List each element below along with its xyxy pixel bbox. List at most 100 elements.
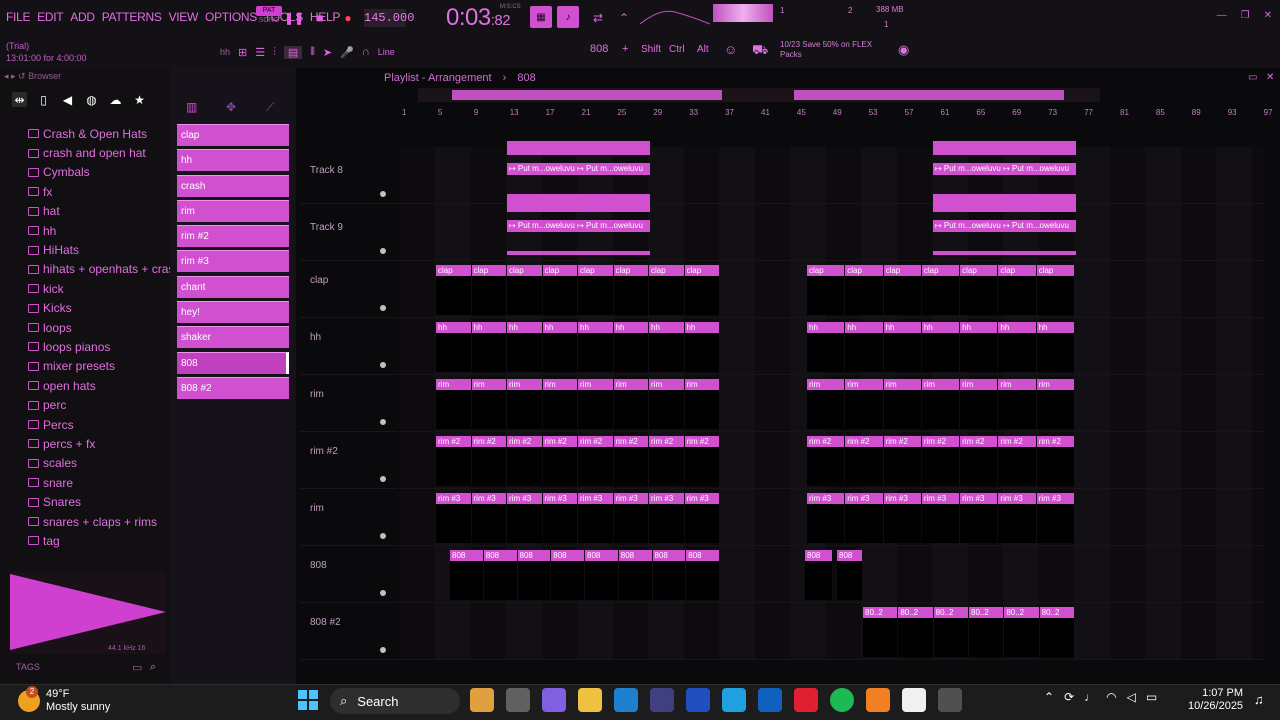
song-mode[interactable]: SONG xyxy=(256,16,282,26)
folder-item[interactable]: Snares xyxy=(28,492,187,511)
channel-chant[interactable]: chant xyxy=(177,275,289,298)
pattern-clip[interactable]: hh xyxy=(578,322,613,372)
track-lane[interactable]: rim rim rim rim rim rim rim rim rim rim rim rim rim r… xyxy=(400,375,1264,432)
compass-icon[interactable]: ✥ xyxy=(226,100,236,114)
mixer-icon[interactable]: ⫴ xyxy=(310,46,315,59)
pattern-clip[interactable]: rim #2 xyxy=(507,436,542,486)
record-icon[interactable]: ● xyxy=(340,10,356,26)
pattern-clip[interactable]: clap xyxy=(807,265,845,315)
channel-rim-2[interactable]: rim #2 xyxy=(177,225,289,248)
pattern-clip[interactable]: rim #3 xyxy=(998,493,1036,543)
channel-shaker[interactable]: shaker xyxy=(177,326,289,349)
pattern-clip[interactable]: clap xyxy=(578,265,613,315)
track-mute-dot[interactable] xyxy=(380,590,386,596)
app-fruit-icon[interactable] xyxy=(470,688,494,712)
pattern-clip[interactable]: clap xyxy=(883,265,921,315)
promo-banner[interactable]: 10/23 Save 50% on FLEX Packs xyxy=(780,40,872,60)
audio-clip[interactable]: ↦ Put m...oweluvu ↦ Put m...oweluvu xyxy=(933,220,1076,232)
browser-arrows-icon[interactable]: ◂ ▸ ↺ xyxy=(4,71,26,81)
folder-item[interactable]: Crash & Open Hats xyxy=(28,124,187,143)
pattern-clip[interactable]: 808 xyxy=(618,550,652,600)
pattern-clip[interactable]: 808 xyxy=(483,550,517,600)
speaker-icon[interactable]: ◀ xyxy=(60,92,75,107)
pattern-clip[interactable]: rim xyxy=(507,379,542,429)
pattern-clip[interactable]: rim #3 xyxy=(1036,493,1074,543)
folder-icon[interactable]: ▭ xyxy=(132,661,142,674)
playlist-close-icon[interactable]: ✕ xyxy=(1266,72,1274,83)
audio-waveform-clip[interactable] xyxy=(507,141,650,155)
channel-808-2[interactable]: 808 #2 xyxy=(177,376,289,399)
audio-clip[interactable]: ↦ Put m...oweluvu ↦ Put m...oweluvu xyxy=(933,163,1076,175)
menu-file[interactable]: FILE xyxy=(6,10,30,24)
pattern-clip[interactable]: rim xyxy=(960,379,998,429)
pattern-clip[interactable]: hh xyxy=(960,322,998,372)
pattern-clip[interactable]: rim xyxy=(1036,379,1074,429)
pattern-clip[interactable]: hh xyxy=(998,322,1036,372)
channel-808[interactable]: 808 xyxy=(177,351,289,374)
chevron-up-icon[interactable]: ⌃ xyxy=(1044,690,1054,704)
playlist-icon[interactable]: ☰ xyxy=(255,46,265,59)
feedback-icon[interactable]: ☺ xyxy=(724,42,737,57)
globe-icon[interactable]: ◍ xyxy=(84,92,99,107)
pattern-clip[interactable]: rim #2 xyxy=(998,436,1036,486)
alt-key[interactable]: Alt xyxy=(697,44,709,55)
app-store-icon[interactable] xyxy=(650,688,674,712)
pattern-clip[interactable]: rim #3 xyxy=(807,493,845,543)
pattern-clip[interactable]: rim xyxy=(649,379,684,429)
folder-item[interactable]: hat xyxy=(28,202,187,221)
folder-item[interactable]: crash and open hat xyxy=(28,143,187,162)
pattern-clip[interactable]: rim #2 xyxy=(471,436,506,486)
all-files-icon[interactable]: ⇹ xyxy=(12,92,27,107)
pattern-clip[interactable]: rim xyxy=(998,379,1036,429)
play-icon[interactable]: ❚❚ xyxy=(284,10,304,26)
volume-icon[interactable]: ◁ xyxy=(1127,690,1136,704)
channel-rim-3[interactable]: rim #3 xyxy=(177,250,289,273)
app-taskview-icon[interactable] xyxy=(506,688,530,712)
app-circle-icon[interactable] xyxy=(722,688,746,712)
channel-crash[interactable]: crash xyxy=(177,174,289,197)
pattern-clip[interactable]: hh xyxy=(613,322,648,372)
folder-item[interactable]: mixer presets xyxy=(28,357,187,376)
track-header[interactable]: 808 xyxy=(300,546,398,603)
arrow-right-icon[interactable]: ➤ xyxy=(323,46,332,59)
pencil-icon[interactable]: ⟋ xyxy=(266,100,274,115)
cart-icon[interactable]: ⛟ xyxy=(752,42,768,60)
pattern-clip[interactable]: rim xyxy=(542,379,577,429)
track-mute-dot[interactable] xyxy=(380,191,386,197)
stop-icon[interactable]: ■ xyxy=(312,10,328,26)
close-icon[interactable]: ✕ xyxy=(1264,10,1272,21)
folder-item[interactable]: perc xyxy=(28,395,187,414)
track-lane[interactable]: ↦ Put m...oweluvu ↦ Put m...oweluvu ↦ Put… xyxy=(400,198,1264,261)
app-settings-icon[interactable] xyxy=(938,688,962,712)
piano-roll-icon[interactable]: ⫶ xyxy=(273,46,276,59)
pattern-clip[interactable]: rim #3 xyxy=(507,493,542,543)
microphone-icon[interactable]: 🎤 xyxy=(340,46,354,59)
pattern-clip[interactable]: 80..2 xyxy=(863,607,898,657)
pattern-clip[interactable]: hh xyxy=(921,322,960,372)
pattern-clip[interactable]: rim #3 xyxy=(883,493,921,543)
app-spotify-icon[interactable] xyxy=(830,688,854,712)
pattern-clip[interactable]: 80..2 xyxy=(933,607,968,657)
pattern-selector[interactable]: 808 xyxy=(590,43,608,55)
pattern-clip[interactable]: hh xyxy=(649,322,684,372)
app-explorer-icon[interactable] xyxy=(578,688,602,712)
mic-icon[interactable]: ♩ xyxy=(1084,690,1096,704)
folder-item[interactable]: hh xyxy=(28,221,187,240)
pattern-clip[interactable]: rim #3 xyxy=(542,493,577,543)
pattern-clip[interactable]: hh xyxy=(507,322,542,372)
pat-mode[interactable]: PAT xyxy=(256,6,282,16)
menu-view[interactable]: VIEW xyxy=(169,10,199,24)
pattern-clip[interactable]: rim xyxy=(613,379,648,429)
folder-item[interactable]: scales xyxy=(28,454,187,473)
pattern-clip[interactable]: hh xyxy=(542,322,577,372)
app-edge-icon[interactable] xyxy=(614,688,638,712)
audio-waveform-clip[interactable] xyxy=(933,198,1076,212)
track-lane[interactable]: rim #3 rim #3 rim #3 rim #3 rim #3 rim #3 rim … xyxy=(400,489,1264,546)
pattern-clip[interactable]: rim #2 xyxy=(649,436,684,486)
pattern-clip[interactable]: 808 xyxy=(652,550,686,600)
pattern-clip[interactable]: clap xyxy=(507,265,542,315)
app-outlook-icon[interactable] xyxy=(758,688,782,712)
sync-icon[interactable]: ⟳ xyxy=(1064,690,1074,704)
track-header[interactable]: rim xyxy=(300,375,398,432)
magnet-icon[interactable]: ∩ xyxy=(362,46,370,58)
